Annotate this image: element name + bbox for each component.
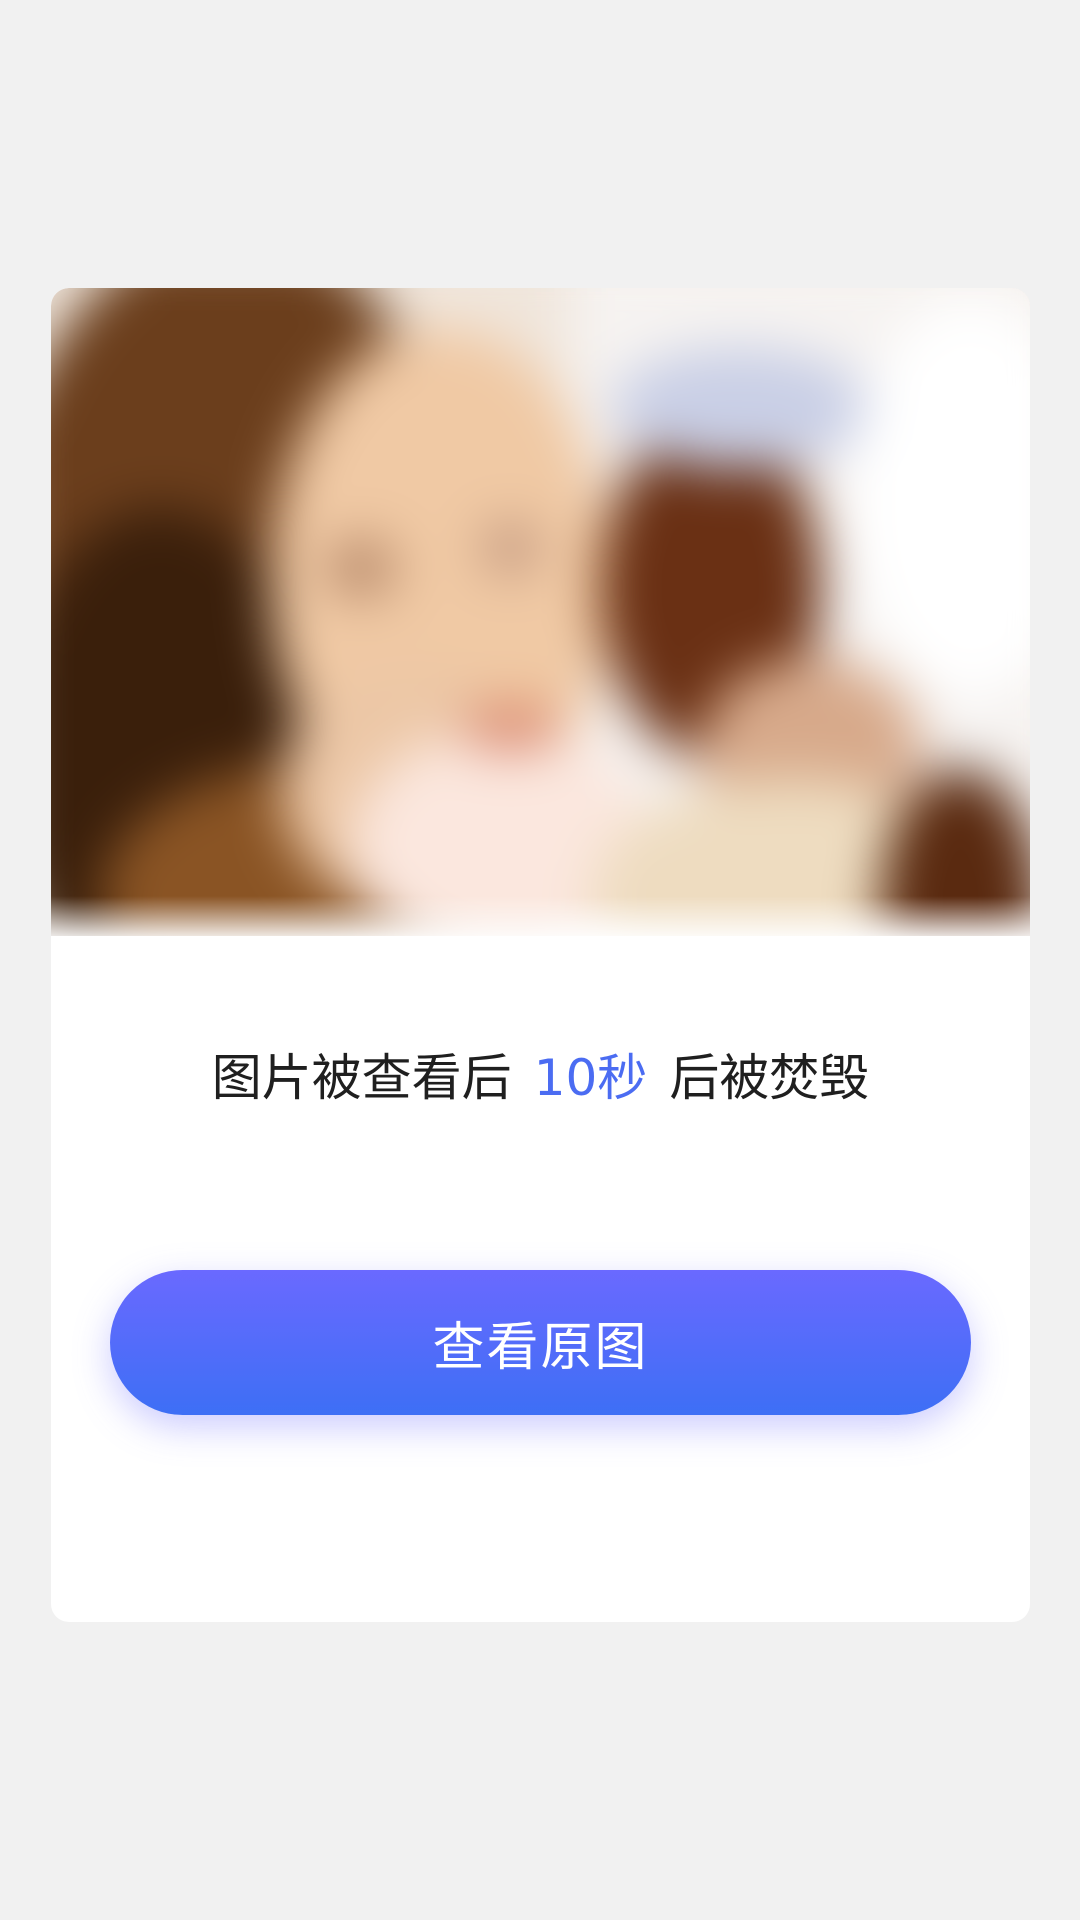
burn-after-reading-card: 图片被查看后 10秒 后被焚毁 查看原图 bbox=[51, 288, 1030, 1622]
blurred-portrait-graphic bbox=[51, 288, 1030, 936]
notice-suffix: 后被焚毁 bbox=[669, 1049, 870, 1107]
photo-bottom-fade bbox=[51, 896, 1030, 936]
countdown-value: 10秒 bbox=[533, 1049, 648, 1107]
view-original-button[interactable]: 查看原图 bbox=[110, 1270, 971, 1415]
notice-prefix: 图片被查看后 bbox=[211, 1049, 512, 1107]
blurred-image-preview bbox=[51, 288, 1030, 936]
burn-notice-text: 图片被查看后 10秒 后被焚毁 bbox=[51, 1046, 1030, 1110]
